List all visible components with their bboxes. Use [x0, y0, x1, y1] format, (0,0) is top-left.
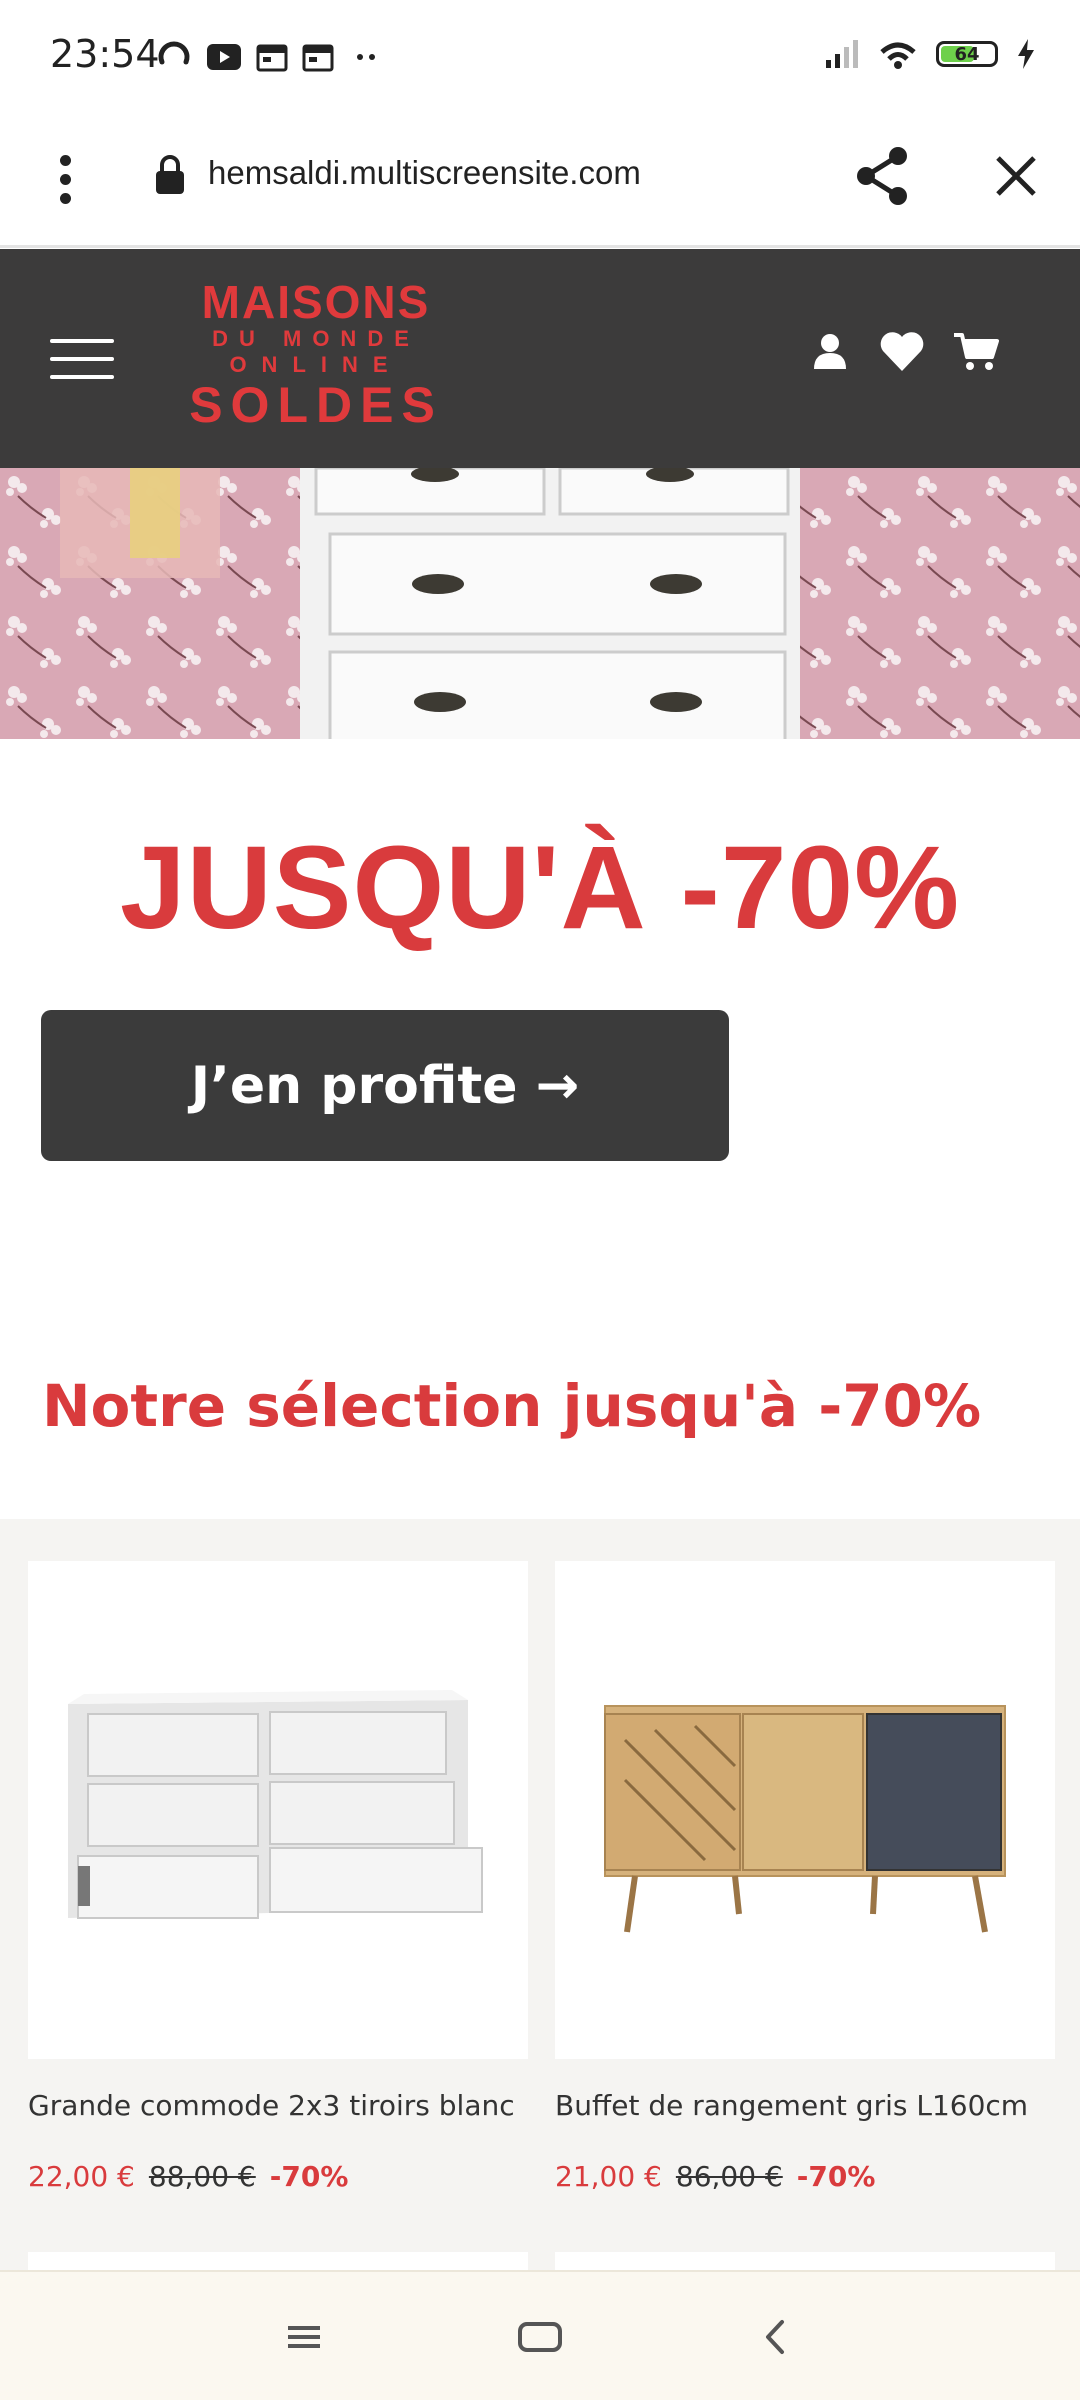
status-icons-right: 64 — [824, 38, 1036, 70]
product-image[interactable] — [28, 1561, 528, 2059]
heart-icon[interactable] — [878, 329, 926, 373]
url-text[interactable]: hemsaldi.multiscreensite.com — [208, 154, 641, 192]
product-name[interactable]: Grande commode 2x3 tiroirs blanc — [28, 2089, 528, 2122]
hero-image — [0, 468, 1080, 739]
wifi-icon — [880, 42, 916, 69]
product-price-row: 22,00 € 88,00 € -70% — [28, 2160, 528, 2193]
product-price: 21,00 € — [555, 2160, 662, 2193]
close-icon[interactable] — [988, 148, 1044, 204]
hamburger-menu-icon[interactable] — [50, 339, 114, 379]
calendar-icon — [256, 44, 288, 72]
lock-icon — [156, 155, 184, 194]
dresser-illustration — [68, 1690, 483, 1919]
sync-icon — [158, 41, 190, 65]
product-card[interactable]: Grande commode 2x3 tiroirs blanc 22,00 €… — [28, 1561, 528, 2193]
user-icon[interactable] — [808, 329, 852, 373]
sideboard-illustration — [604, 1705, 1006, 1933]
hero-illustration — [0, 468, 1080, 739]
share-icon[interactable] — [852, 144, 912, 208]
cart-icon[interactable] — [952, 329, 1000, 373]
charging-icon — [1018, 39, 1034, 69]
home-icon[interactable] — [516, 2312, 564, 2362]
promo-headline: JUSQU'À -70% — [119, 822, 961, 954]
logo-line-1: MAISONS — [201, 276, 431, 328]
product-old-price: 86,00 € — [675, 2160, 783, 2193]
more-dots-icon — [357, 54, 375, 60]
section-title: Notre sélection jusqu'à -70% — [42, 1372, 982, 1440]
product-price-row: 21,00 € 86,00 € -70% — [555, 2160, 1055, 2193]
product-name[interactable]: Buffet de rangement gris L160cm — [555, 2089, 1055, 2122]
logo-line-4: SOLDES — [189, 377, 443, 433]
status-icons-left — [156, 40, 384, 74]
system-nav-bar — [0, 2270, 1080, 2400]
signal-icon — [826, 40, 858, 68]
status-bar: 23:54 64 — [0, 0, 1080, 112]
product-card[interactable]: Buffet de rangement gris L160cm 21,00 € … — [555, 1561, 1055, 2193]
page: 23:54 64 hemsaldi.multiscreensite.com MA… — [0, 0, 1080, 2400]
browser-url-bar: hemsaldi.multiscreensite.com — [0, 112, 1080, 248]
browser-menu-icon[interactable] — [50, 144, 80, 214]
calendar-icon — [302, 44, 334, 72]
product-image[interactable] — [555, 1561, 1055, 2059]
logo-line-2: DU MONDE — [212, 326, 420, 351]
site-header: MAISONS DU MONDE ONLINE SOLDES — [0, 249, 1080, 468]
recent-apps-icon[interactable] — [286, 2312, 322, 2362]
status-time: 23:54 — [50, 32, 160, 76]
logo-line-3: ONLINE — [229, 352, 403, 377]
header-icons — [808, 329, 1000, 373]
product-discount: -70% — [269, 2160, 349, 2193]
battery-icon: 64 — [936, 41, 998, 67]
product-old-price: 88,00 € — [148, 2160, 256, 2193]
product-discount: -70% — [796, 2160, 876, 2193]
product-grid: Grande commode 2x3 tiroirs blanc 22,00 €… — [0, 1519, 1080, 2282]
battery-level: 64 — [954, 43, 980, 65]
product-price: 22,00 € — [28, 2160, 135, 2193]
cta-button[interactable]: J’en profite → — [41, 1010, 729, 1161]
youtube-icon — [207, 44, 241, 70]
back-icon[interactable] — [760, 2312, 790, 2362]
site-logo[interactable]: MAISONS DU MONDE ONLINE SOLDES — [186, 277, 446, 442]
